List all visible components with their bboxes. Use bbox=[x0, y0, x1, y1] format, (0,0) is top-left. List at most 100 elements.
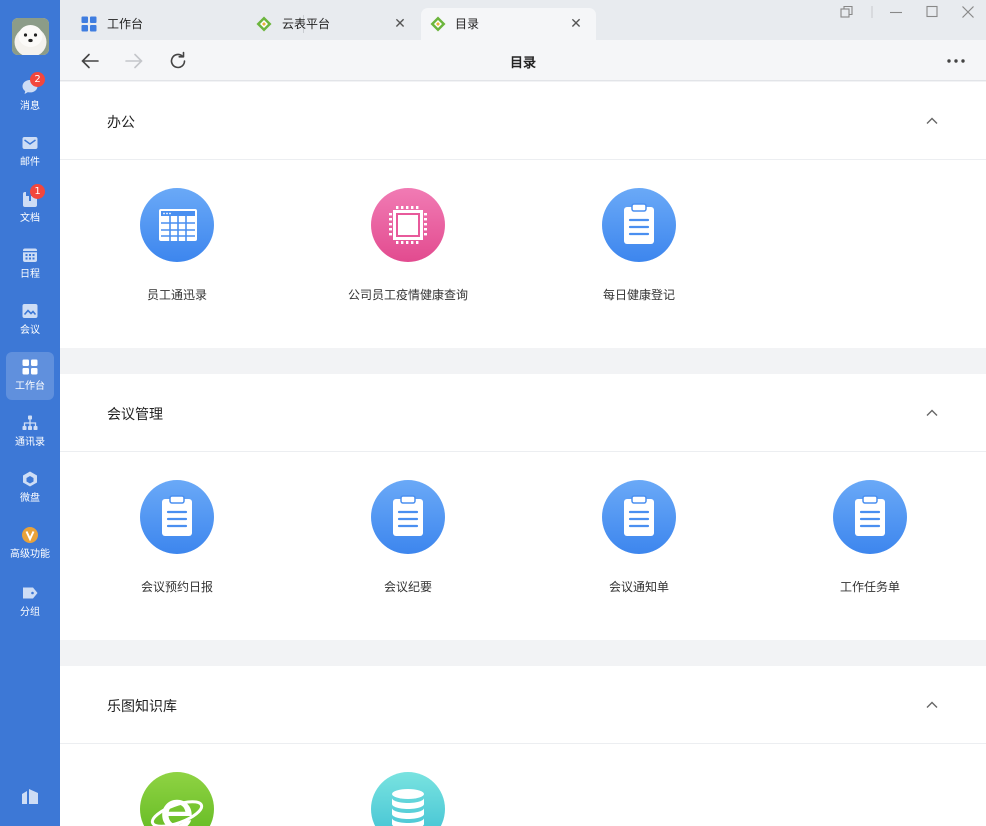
mail-icon bbox=[22, 137, 38, 149]
app-meeting-minutes[interactable]: 会议纪要 bbox=[308, 480, 508, 610]
catalog-content: 办公 员工通迅录 公司员工疫情健康查询 每日健康登记 会议管理 会议预约日报 会… bbox=[60, 82, 986, 826]
app-icon bbox=[371, 772, 445, 826]
chevron-up-icon[interactable] bbox=[924, 697, 940, 713]
section-office: 办公 员工通迅录 公司员工疫情健康查询 每日健康登记 bbox=[60, 82, 986, 348]
tab-workbench[interactable]: 工作台 bbox=[65, 8, 243, 40]
app-icon bbox=[371, 480, 445, 554]
workbench-grid-icon bbox=[81, 16, 97, 32]
app-icon bbox=[140, 188, 214, 262]
section-header[interactable]: 办公 bbox=[60, 82, 986, 160]
sidebar-item-mail[interactable]: 邮件 bbox=[6, 128, 54, 176]
app-label: 员工通迅录 bbox=[146, 288, 207, 302]
sidebar-item-meeting[interactable]: 会议 bbox=[6, 296, 54, 344]
app-database[interactable] bbox=[308, 772, 508, 826]
section-title: 会议管理 bbox=[107, 407, 163, 423]
sidebar-item-label: 高级功能 bbox=[10, 549, 50, 560]
sidebar-item-workbench[interactable]: 工作台 bbox=[6, 352, 54, 400]
section-title: 乐图知识库 bbox=[107, 699, 177, 715]
sidebar-item-label: 消息 bbox=[20, 101, 40, 112]
chevron-up-icon[interactable] bbox=[924, 405, 940, 421]
sidebar-item-label: 文档 bbox=[20, 213, 40, 224]
meeting-icon bbox=[22, 304, 38, 318]
sidebar-item-documents[interactable]: 1 文档 bbox=[6, 184, 54, 232]
app-daily-health[interactable]: 每日健康登记 bbox=[539, 188, 739, 318]
maximize-icon[interactable] bbox=[921, 3, 943, 21]
clipboard-icon bbox=[393, 495, 423, 536]
calendar-icon bbox=[23, 248, 37, 262]
sidebar-item-label: 通讯录 bbox=[15, 437, 45, 448]
app-meeting-notice[interactable]: 会议通知单 bbox=[539, 480, 739, 610]
workbench-grid-icon bbox=[22, 359, 38, 375]
title-separator bbox=[861, 3, 873, 21]
close-icon[interactable]: ✕ bbox=[392, 16, 408, 32]
clipboard-icon bbox=[624, 495, 654, 536]
restore-window-icon[interactable] bbox=[836, 3, 858, 21]
unread-badge: 1 bbox=[30, 184, 45, 199]
database-icon bbox=[392, 789, 424, 826]
app-label: 会议通知单 bbox=[608, 580, 669, 594]
premium-v-icon bbox=[22, 527, 38, 543]
app-health-query[interactable]: 公司员工疫情健康查询 bbox=[308, 188, 508, 318]
more-dots-icon bbox=[947, 59, 965, 63]
app-icon bbox=[140, 772, 214, 826]
tab-catalog[interactable]: 目录 ✕ bbox=[421, 8, 596, 40]
app-browser-link[interactable] bbox=[77, 772, 277, 826]
section-header[interactable]: 乐图知识库 bbox=[60, 666, 986, 744]
app-employee-directory[interactable]: 员工通迅录 bbox=[77, 188, 277, 318]
minimize-icon[interactable] bbox=[885, 3, 907, 21]
sidebar-item-drive[interactable]: 微盘 bbox=[6, 464, 54, 512]
app-icon bbox=[371, 188, 445, 262]
cloud-drive-icon bbox=[23, 471, 37, 487]
sidebar-item-calendar[interactable]: 日程 bbox=[6, 240, 54, 288]
close-window-icon[interactable] bbox=[957, 3, 979, 21]
browser-e-icon bbox=[150, 799, 204, 826]
close-icon[interactable]: ✕ bbox=[568, 16, 584, 32]
tab-bar: 工作台 云表平台 ✕ 目录 ✕ bbox=[60, 0, 986, 40]
sidebar-item-messages[interactable]: 2 消息 bbox=[6, 72, 54, 120]
org-chart-icon bbox=[22, 415, 38, 430]
clipboard-icon bbox=[162, 495, 192, 536]
sidebar-item-label: 邮件 bbox=[20, 157, 40, 168]
sidebar-item-label: 工作台 bbox=[15, 381, 45, 392]
tab-label: 云表平台 bbox=[282, 17, 331, 31]
app-icon bbox=[602, 188, 676, 262]
sidebar-item-label: 会议 bbox=[20, 325, 40, 336]
chip-icon bbox=[389, 206, 427, 244]
tag-icon bbox=[23, 587, 38, 599]
cloud-table-icon bbox=[430, 16, 446, 32]
sidebar-item-groups[interactable]: 分组 bbox=[6, 578, 54, 626]
tab-label: 目录 bbox=[455, 17, 480, 31]
cloud-table-icon bbox=[256, 16, 272, 32]
toolbar: 目录 bbox=[60, 40, 986, 81]
settings-building-icon[interactable] bbox=[20, 786, 40, 806]
app-meeting-booking-report[interactable]: 会议预约日报 bbox=[77, 480, 277, 610]
sidebar-item-label: 分组 bbox=[20, 607, 40, 618]
app-label: 公司员工疫情健康查询 bbox=[347, 288, 468, 302]
app-icon bbox=[602, 480, 676, 554]
tab-cloud-table[interactable]: 云表平台 ✕ bbox=[244, 8, 420, 40]
app-label: 会议纪要 bbox=[383, 580, 432, 594]
sidebar-item-label: 微盘 bbox=[20, 493, 40, 504]
sidebar-item-contacts[interactable]: 通讯录 bbox=[6, 408, 54, 456]
app-icon bbox=[833, 480, 907, 554]
table-grid-icon bbox=[159, 209, 197, 241]
app-icon bbox=[140, 480, 214, 554]
sidebar-item-premium[interactable]: 高级功能 bbox=[6, 520, 54, 568]
clipboard-icon bbox=[624, 203, 654, 244]
app-label: 每日健康登记 bbox=[602, 288, 675, 302]
section-header[interactable]: 会议管理 bbox=[60, 374, 986, 452]
app-work-task[interactable]: 工作任务单 bbox=[770, 480, 970, 610]
section-knowledge-base: 乐图知识库 bbox=[60, 666, 986, 826]
section-meeting-management: 会议管理 会议预约日报 会议纪要 会议通知单 工作任务单 bbox=[60, 374, 986, 640]
chevron-up-icon[interactable] bbox=[924, 113, 940, 129]
tab-label: 工作台 bbox=[107, 17, 144, 31]
clipboard-icon bbox=[855, 495, 885, 536]
unread-badge: 2 bbox=[30, 72, 45, 87]
avatar[interactable] bbox=[12, 18, 49, 55]
app-label: 会议预约日报 bbox=[140, 580, 213, 594]
sidebar: 2 消息 邮件 1 文档 日程 会议 工作台 通讯录 微盘 高级功能 分组 bbox=[0, 0, 60, 826]
more-menu-button[interactable] bbox=[944, 50, 968, 72]
page-title: 目录 bbox=[509, 56, 536, 71]
sidebar-item-label: 日程 bbox=[20, 269, 40, 280]
section-title: 办公 bbox=[107, 115, 135, 131]
